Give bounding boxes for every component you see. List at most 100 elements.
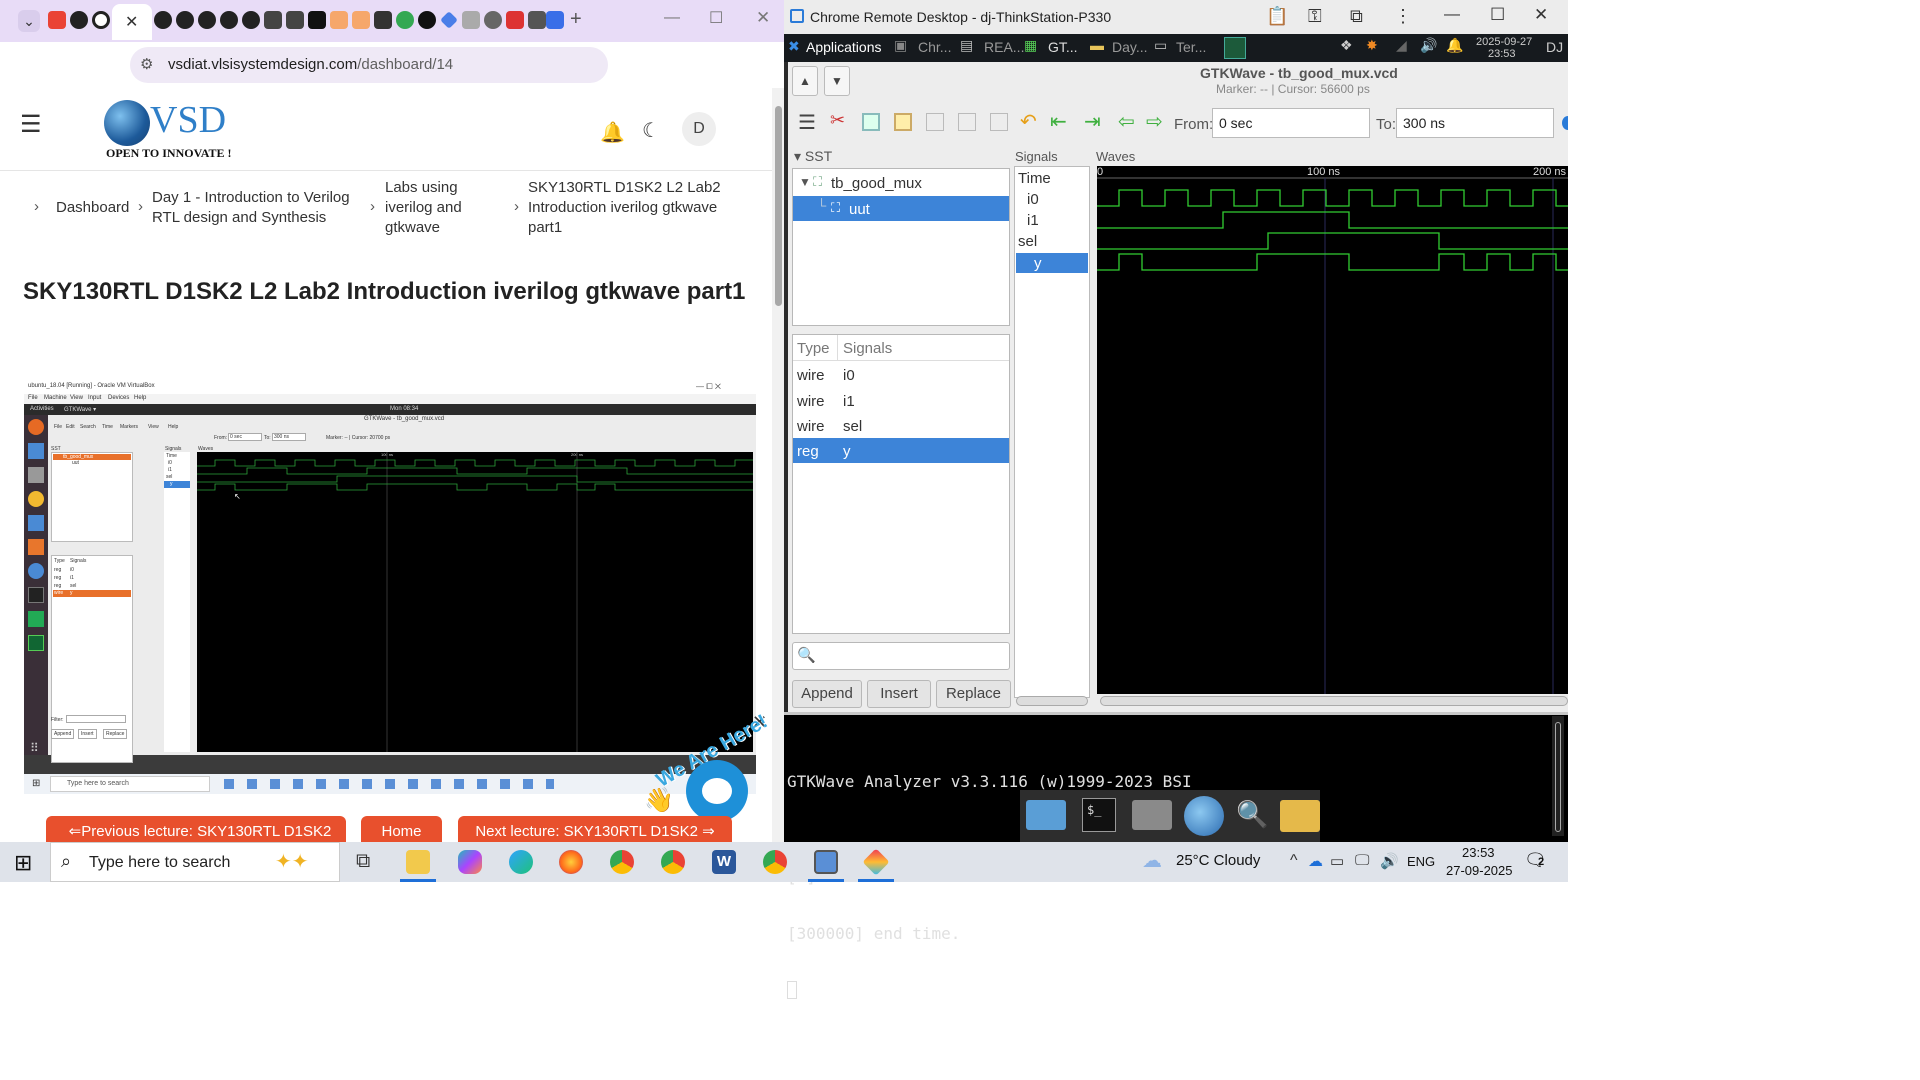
chrome-icon[interactable] <box>661 850 685 874</box>
language-indicator[interactable]: ENG <box>1407 854 1435 869</box>
lesson-video[interactable]: ubuntu_18.04 [Running] - Oracle VM Virtu… <box>24 380 756 794</box>
clipboard-icon[interactable]: 📋 <box>1266 6 1288 27</box>
goto-start-icon[interactable]: ⇤ <box>1050 109 1067 134</box>
tab-icon[interactable] <box>440 11 458 29</box>
volume-icon[interactable]: 🔊 <box>1380 852 1399 870</box>
table-row[interactable]: wire i0 <box>793 363 1009 388</box>
tab-icon[interactable] <box>462 11 480 29</box>
desktop-dock-icon[interactable] <box>1026 800 1066 830</box>
applications-menu[interactable]: Applications <box>806 39 882 55</box>
scrollbar-thumb[interactable] <box>775 106 782 306</box>
chrome-icon[interactable] <box>610 850 634 874</box>
tab-icon[interactable] <box>528 11 546 29</box>
tab-icon[interactable] <box>418 11 436 29</box>
tab-icon[interactable] <box>374 11 392 29</box>
rd-maximize-icon[interactable]: ☐ <box>1490 5 1505 25</box>
extension-icon[interactable]: ⧉ <box>1350 6 1363 27</box>
trace-name[interactable]: sel <box>1018 233 1037 250</box>
home-button[interactable]: Home <box>361 816 442 842</box>
rd-menu-icon[interactable]: ⋮ <box>1394 6 1412 27</box>
hamburger-menu-icon[interactable]: ☰ <box>20 110 42 139</box>
trace-name[interactable]: i1 <box>1027 212 1039 229</box>
key-icon[interactable]: ⚿ <box>1308 6 1322 27</box>
notification-icon[interactable]: 🔔 <box>1446 37 1463 54</box>
tree-expand-icon[interactable]: ▼ <box>799 175 811 189</box>
panel-task-readme[interactable]: REA... <box>984 39 1024 55</box>
zoom-fit-icon[interactable] <box>926 113 944 131</box>
chrome-icon[interactable] <box>763 850 787 874</box>
vsd-logo-text[interactable]: VSD <box>150 98 226 142</box>
rd-close-icon[interactable]: ✕ <box>1534 5 1548 25</box>
breadcrumb-labs[interactable]: Labs using iverilog and gtkwave <box>385 178 495 238</box>
active-tab[interactable]: ✕ <box>112 4 152 40</box>
to-time-input[interactable]: 300 ns <box>1396 108 1554 138</box>
selected-trace-row[interactable]: y <box>1016 253 1088 273</box>
minimize-icon[interactable]: — <box>664 9 680 27</box>
cut-icon[interactable]: ✂ <box>830 110 845 131</box>
replace-button[interactable]: Replace <box>936 680 1011 708</box>
terminal-dock-icon[interactable]: $_ <box>1082 798 1116 832</box>
google-tab-icon[interactable] <box>396 11 414 29</box>
xfce-menu-icon[interactable]: ✖ <box>788 38 800 55</box>
zoom-out-icon[interactable] <box>990 113 1008 131</box>
word-icon[interactable]: W <box>712 850 736 874</box>
panel-task-day[interactable]: Day... <box>1112 39 1148 55</box>
table-row-selected[interactable]: reg y <box>793 438 1009 463</box>
files-dock-icon[interactable] <box>1280 800 1320 832</box>
next-edge-icon[interactable]: ⇨ <box>1146 109 1163 134</box>
edge-icon[interactable] <box>509 850 533 874</box>
task-view-icon[interactable]: ⧉ <box>356 850 370 873</box>
from-time-input[interactable]: 0 sec <box>1212 108 1370 138</box>
close-tab-icon[interactable]: ✕ <box>125 12 138 32</box>
battery-icon[interactable]: ▭ <box>1330 852 1344 870</box>
address-bar[interactable]: ⚙ vsdiat.vlsisystemdesign.com/dashboard/… <box>130 47 608 83</box>
copy-icon[interactable] <box>862 113 880 131</box>
vsd-globe-logo[interactable] <box>104 100 150 146</box>
panel-user[interactable]: DJ <box>1546 39 1563 55</box>
site-info-icon[interactable]: ⚙ <box>140 55 153 73</box>
paste-icon[interactable] <box>894 113 912 131</box>
table-row[interactable]: wire i1 <box>793 388 1009 413</box>
table-row[interactable]: wire sel <box>793 413 1009 438</box>
volume-icon[interactable]: 🔊 <box>1420 37 1437 54</box>
github-tab-icon[interactable] <box>198 11 216 29</box>
page-scrollbar[interactable] <box>772 88 784 842</box>
weather-cloud-icon[interactable]: ☁ <box>1142 848 1162 873</box>
github-tab-icon[interactable] <box>176 11 194 29</box>
tab-search-icon[interactable]: ⌄ <box>18 10 40 32</box>
github-tab-icon[interactable] <box>220 11 238 29</box>
new-tab-button[interactable]: + <box>570 8 582 31</box>
tab-icon[interactable] <box>484 11 502 29</box>
dropbox-icon[interactable]: ❖ <box>1340 37 1353 54</box>
lock-tab-icon[interactable] <box>264 11 282 29</box>
tab-icon[interactable] <box>286 11 304 29</box>
tab-icon[interactable] <box>546 11 564 29</box>
type-column-header[interactable]: Type <box>797 340 830 357</box>
reload-waveform-icon[interactable] <box>1562 116 1568 130</box>
url-text[interactable]: vsdiat.vlsisystemdesign.com/dashboard/14 <box>168 56 453 73</box>
previous-edge-icon[interactable]: ⇦ <box>1118 109 1135 134</box>
tab-icon[interactable] <box>308 11 326 29</box>
notification-bell-icon[interactable]: 🔔 <box>600 120 625 145</box>
pdf-tab-icon[interactable] <box>506 11 524 29</box>
append-button[interactable]: Append <box>792 680 862 708</box>
signals-column-header[interactable]: Signals <box>843 340 892 357</box>
waves-hscroll[interactable] <box>1100 696 1568 706</box>
scroll-up-icon[interactable]: ▲ <box>792 66 818 96</box>
signal-filter-input[interactable]: 🔍 <box>792 642 1010 670</box>
panel-task-chrome[interactable]: Chr... <box>918 39 951 55</box>
web-browser-dock-icon[interactable] <box>1184 796 1224 836</box>
gtk-hamburger-icon[interactable]: ☰ <box>798 110 816 135</box>
gtkwave-launcher-icon[interactable] <box>1224 37 1246 59</box>
trace-name[interactable]: i0 <box>1027 191 1039 208</box>
network-icon[interactable]: 🖵 <box>1355 852 1369 869</box>
previous-lecture-button[interactable]: ⇐Previous lecture: SKY130RTL D1SK2 <box>46 816 346 842</box>
tree-row-uut[interactable]: └ ⛶ uut <box>793 196 1009 221</box>
update-icon[interactable]: ✸ <box>1366 37 1378 54</box>
panel-task-terminal[interactable]: Ter... <box>1176 39 1206 55</box>
show-hidden-icons[interactable]: ^ <box>1290 852 1298 870</box>
home-folder-dock-icon[interactable] <box>1132 800 1172 830</box>
breadcrumb-day1[interactable]: Day 1 - Introduction to Verilog RTL desi… <box>152 188 362 228</box>
breadcrumb-dashboard[interactable]: Dashboard <box>56 198 129 218</box>
windows-start-icon[interactable]: ⊞ <box>14 850 32 876</box>
